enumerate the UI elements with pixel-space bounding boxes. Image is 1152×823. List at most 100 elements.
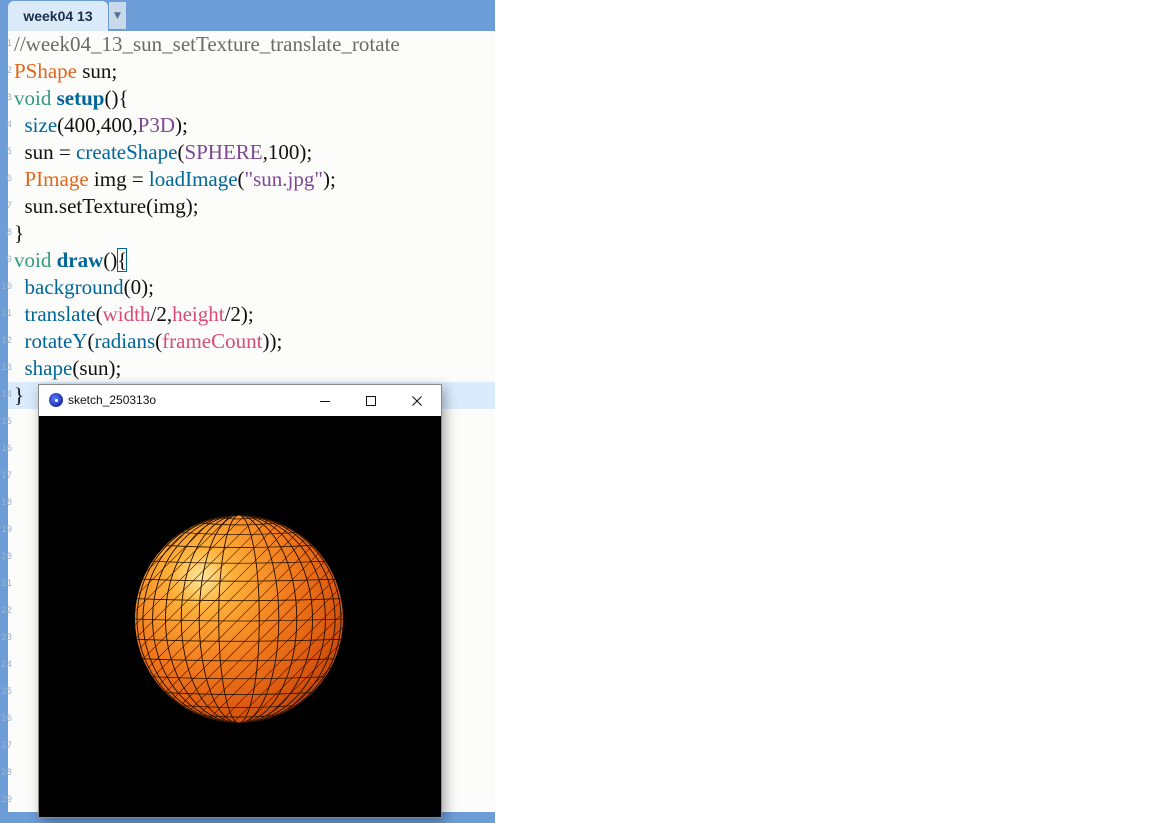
code-token: PShape bbox=[14, 59, 77, 83]
code-token: sun.setTexture(img); bbox=[14, 194, 199, 218]
code-token: (sun); bbox=[72, 356, 122, 380]
code-token: sun; bbox=[77, 59, 118, 83]
code-line[interactable]: 12 rotateY(radians(frameCount)); bbox=[1, 328, 495, 355]
code-token: SPHERE bbox=[184, 140, 263, 164]
code-line-text: void setup(){ bbox=[14, 85, 129, 112]
code-line-text: translate(width/2,height/2); bbox=[14, 301, 254, 328]
close-button[interactable] bbox=[394, 385, 440, 416]
textured-sun-sphere bbox=[135, 515, 343, 723]
code-line[interactable]: 6 PImage img = loadImage("sun.jpg"); bbox=[7, 166, 495, 193]
line-number: 8 bbox=[6, 228, 12, 238]
code-token: height bbox=[172, 302, 225, 326]
triangle-edge bbox=[135, 515, 148, 723]
code-line[interactable]: 4 size(400,400,P3D); bbox=[7, 112, 495, 139]
line-number: 17 bbox=[1, 471, 12, 481]
line-number: 9 bbox=[6, 255, 12, 265]
line-number: 4 bbox=[6, 120, 12, 130]
code-line-text: //week04_13_sun_setTexture_translate_rot… bbox=[14, 31, 400, 58]
matching-brace: { bbox=[117, 248, 128, 272]
code-token: ); bbox=[322, 167, 336, 191]
line-number: 23 bbox=[1, 633, 12, 643]
code-token: draw bbox=[56, 248, 104, 272]
code-line-text: shape(sun); bbox=[14, 355, 122, 382]
code-line-text: sun.setTexture(img); bbox=[14, 193, 199, 220]
line-number: 22 bbox=[1, 606, 12, 616]
code-line-text: } bbox=[14, 220, 24, 247]
tab-label: week04 13 bbox=[23, 8, 93, 24]
line-number: 29 bbox=[1, 795, 12, 805]
code-line[interactable]: 2 PShape sun; bbox=[7, 58, 495, 85]
line-number: 18 bbox=[1, 498, 12, 508]
line-number: 25 bbox=[1, 687, 12, 697]
code-token: } bbox=[14, 383, 25, 407]
code-token: )); bbox=[262, 329, 283, 353]
code-token: ( bbox=[237, 167, 245, 191]
code-line[interactable]: 10 background(0); bbox=[1, 274, 495, 301]
code-line[interactable]: 8} bbox=[7, 220, 495, 247]
sketch-window: sketch_250313o bbox=[38, 384, 442, 818]
line-number: 15 bbox=[1, 417, 12, 427]
code-token: void bbox=[14, 86, 52, 110]
code-token: ); bbox=[175, 113, 188, 137]
code-token: size bbox=[24, 113, 58, 137]
code-token: void bbox=[14, 248, 52, 272]
line-number: 5 bbox=[6, 147, 12, 157]
code-line[interactable]: 5 sun = createShape(SPHERE,100); bbox=[7, 139, 495, 166]
line-number: 7 bbox=[6, 201, 12, 211]
line-number: 1 bbox=[6, 39, 12, 49]
code-token: PImage bbox=[24, 167, 89, 191]
code-line[interactable]: 9 void draw(){ bbox=[7, 247, 495, 274]
code-token: /2); bbox=[224, 302, 254, 326]
line-number: 21 bbox=[1, 579, 12, 589]
code-token: ( bbox=[95, 302, 103, 326]
line-number: 11 bbox=[1, 309, 12, 319]
line-number: 3 bbox=[6, 93, 12, 103]
code-token: P3D bbox=[137, 113, 176, 137]
line-number: 24 bbox=[1, 660, 12, 670]
code-token: (0); bbox=[123, 275, 154, 299]
code-token: /2, bbox=[150, 302, 173, 326]
code-line[interactable]: 11 translate(width/2,height/2); bbox=[1, 301, 495, 328]
line-number: 12 bbox=[1, 336, 12, 346]
line-number: 2 bbox=[6, 66, 12, 76]
code-token: radians bbox=[94, 329, 156, 353]
code-token: frameCount bbox=[162, 329, 263, 353]
code-line-text: void draw(){ bbox=[14, 247, 128, 274]
code-line[interactable]: 3 void setup(){ bbox=[7, 85, 495, 112]
minimize-button[interactable] bbox=[302, 385, 348, 416]
maximize-icon bbox=[366, 395, 376, 406]
tab-week04-13[interactable]: week04 13 bbox=[8, 1, 108, 31]
code-line[interactable]: 7 sun.setTexture(img); bbox=[7, 193, 495, 220]
code-line-text: PShape sun; bbox=[14, 58, 117, 85]
window-titlebar[interactable]: sketch_250313o bbox=[39, 385, 441, 416]
sketch-canvas[interactable] bbox=[39, 416, 441, 817]
line-number: 14 bbox=[1, 390, 12, 400]
code-line[interactable]: 13 shape(sun); bbox=[1, 355, 495, 382]
code-token: "sun.jpg" bbox=[244, 167, 323, 191]
code-token: img = bbox=[88, 167, 149, 191]
code-token: } bbox=[14, 221, 25, 245]
line-number: 6 bbox=[6, 174, 12, 184]
code-token: (400,400, bbox=[57, 113, 138, 137]
code-token: (){ bbox=[104, 86, 129, 110]
line-number: 27 bbox=[1, 741, 12, 751]
tab-menu-button[interactable]: ▼ bbox=[109, 2, 126, 29]
code-token: createShape bbox=[76, 140, 178, 164]
line-number: 19 bbox=[1, 525, 12, 535]
maximize-button[interactable] bbox=[348, 385, 394, 416]
code-line-text: size(400,400,P3D); bbox=[14, 112, 188, 139]
line-number: 26 bbox=[1, 714, 12, 724]
code-token: setup bbox=[56, 86, 105, 110]
line-number: 13 bbox=[1, 363, 12, 373]
code-line[interactable]: 1//week04_13_sun_setTexture_translate_ro… bbox=[7, 31, 495, 58]
dropdown-arrow-icon: ▼ bbox=[114, 10, 121, 21]
code-token: translate bbox=[24, 302, 96, 326]
code-token: background bbox=[24, 275, 124, 299]
code-token: sun = bbox=[14, 140, 77, 164]
code-token: rotateY bbox=[24, 329, 88, 353]
